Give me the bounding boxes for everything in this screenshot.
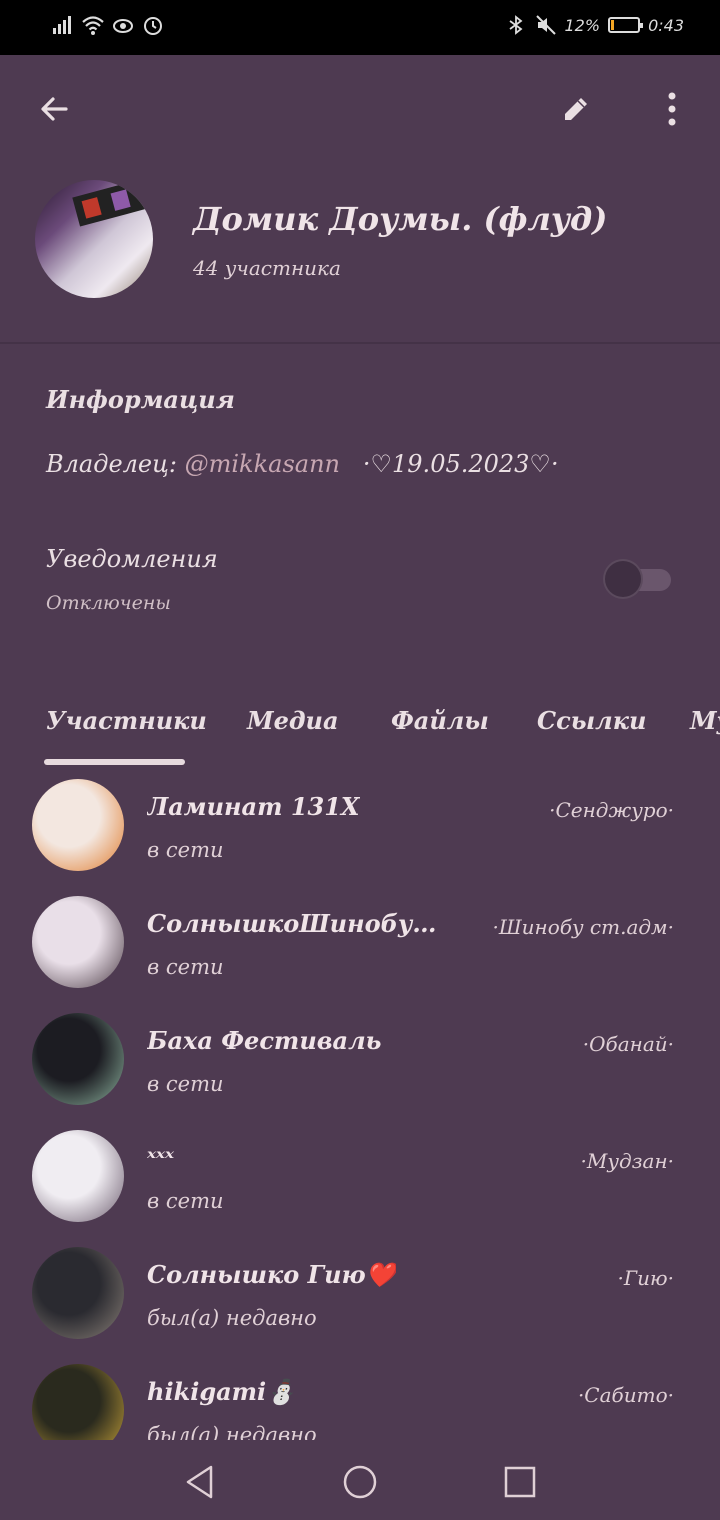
- member-status: был(а) недавно: [147, 1306, 317, 1330]
- member-status: был(а) недавно: [147, 1423, 317, 1440]
- nav-home-circle-icon: [343, 1465, 377, 1499]
- member-role: ·Шинобу ст.адм·: [492, 915, 674, 939]
- member-name: СолнышкоШинобушка...: [147, 909, 457, 938]
- member-role: ·Обанай·: [582, 1032, 674, 1056]
- divider: [0, 342, 720, 344]
- member-status: в сети: [147, 955, 224, 979]
- member-row[interactable]: Солнышко Гию❤️ был(а) недавно ·Гию·: [0, 1240, 720, 1357]
- wifi-icon: [82, 16, 104, 35]
- member-name: Баха Фестиваль: [147, 1026, 382, 1055]
- notifications-title[interactable]: Уведомления: [46, 545, 218, 573]
- member-status: в сети: [147, 1189, 224, 1213]
- nav-recents-square-icon: [504, 1466, 536, 1498]
- more-options-button[interactable]: [648, 85, 696, 133]
- alarm-icon: [144, 17, 162, 35]
- toggle-knob: [605, 561, 641, 597]
- group-profile-header: Домик Доумы. (флуд) 44 участника: [0, 170, 720, 342]
- mute-icon: [535, 15, 556, 35]
- member-role: ·Сенджуро·: [549, 798, 674, 822]
- notifications-toggle[interactable]: [605, 561, 671, 597]
- member-row[interactable]: Ламинат 131X в сети ·Сенджуро·: [0, 772, 720, 889]
- tab-bar: Участники Медиа Файлы Ссылки Му: [0, 690, 720, 770]
- member-status: в сети: [147, 838, 224, 862]
- battery-icon: [608, 17, 644, 33]
- pencil-icon: [565, 98, 587, 120]
- status-icons-left: [52, 14, 164, 36]
- member-name: hikigami⛄: [147, 1377, 297, 1406]
- bluetooth-icon: [508, 15, 522, 35]
- status-bar: 12% 0:43: [0, 0, 720, 55]
- notifications-state: Отключены: [46, 592, 171, 614]
- member-row[interactable]: СолнышкоШинобушка... в сети ·Шинобу ст.а…: [0, 889, 720, 1006]
- member-avatar: [32, 1013, 124, 1105]
- member-status: в сети: [147, 1072, 224, 1096]
- member-avatar: [32, 896, 124, 988]
- member-avatar: [32, 1247, 124, 1339]
- member-avatar: [32, 779, 124, 871]
- member-name: Ламинат 131X: [147, 792, 360, 821]
- group-title: Домик Доумы. (флуд): [193, 200, 608, 238]
- member-role: ·Гию·: [617, 1266, 674, 1290]
- edit-button[interactable]: [552, 85, 600, 133]
- tab-files[interactable]: Файлы: [391, 706, 489, 735]
- active-tab-indicator: [44, 759, 185, 765]
- group-description: Владелец: @mikkasann ·♡19.05.2023♡·: [46, 450, 559, 478]
- nav-recents-button[interactable]: [498, 1460, 542, 1504]
- owner-date: ·♡19.05.2023♡·: [362, 450, 559, 478]
- owner-mention-link[interactable]: @mikkasann: [185, 450, 340, 478]
- group-avatar[interactable]: [35, 180, 153, 298]
- owner-prefix: Владелец:: [46, 450, 177, 478]
- member-row[interactable]: hikigami⛄ был(а) недавно ·Сабито·: [0, 1357, 720, 1440]
- nav-home-button[interactable]: [338, 1460, 382, 1504]
- member-row[interactable]: ˣˣˣ в сети ·Мудзан·: [0, 1123, 720, 1240]
- members-list: Ламинат 131X в сети ·Сенджуро· СолнышкоШ…: [0, 772, 720, 1440]
- member-row[interactable]: Баха Фестиваль в сети ·Обанай·: [0, 1006, 720, 1123]
- system-nav-bar: [0, 1440, 720, 1520]
- app-bar: [0, 55, 720, 165]
- signal-icon: [53, 16, 71, 34]
- info-header: Информация: [46, 385, 235, 414]
- member-avatar: [32, 1364, 124, 1440]
- member-role: ·Сабито·: [577, 1383, 674, 1407]
- tab-links[interactable]: Ссылки: [537, 706, 646, 735]
- member-count: 44 участника: [193, 256, 341, 280]
- tab-members[interactable]: Участники: [46, 706, 207, 735]
- battery-percent: 12%: [564, 15, 601, 35]
- eye-comfort-icon: [113, 19, 133, 33]
- clock: 0:43: [648, 15, 684, 35]
- member-name: Солнышко Гию❤️: [147, 1260, 396, 1289]
- nav-back-button[interactable]: [178, 1460, 222, 1504]
- member-avatar: [32, 1130, 124, 1222]
- tab-media[interactable]: Медиа: [247, 706, 339, 735]
- member-role: ·Мудзан·: [580, 1149, 674, 1173]
- back-button[interactable]: [30, 85, 78, 133]
- nav-back-triangle-icon: [186, 1465, 213, 1499]
- member-name: ˣˣˣ: [147, 1143, 175, 1172]
- tab-music[interactable]: Му: [690, 706, 720, 735]
- more-vertical-icon: [668, 92, 676, 126]
- arrow-left-icon: [41, 97, 68, 121]
- status-icons-right: 12% 0:43: [505, 14, 684, 36]
